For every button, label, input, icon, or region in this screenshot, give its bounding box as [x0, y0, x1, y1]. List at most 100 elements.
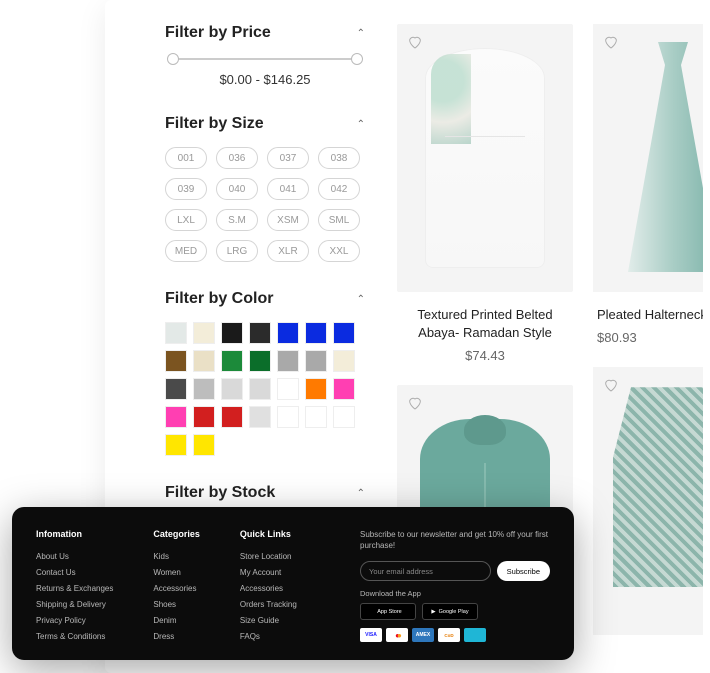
size-option[interactable]: LRG	[216, 240, 258, 262]
chevron-up-icon[interactable]: ⌃	[357, 488, 365, 499]
heart-icon[interactable]	[603, 34, 619, 50]
product-price: $80.93	[593, 330, 703, 345]
color-swatch[interactable]	[165, 322, 187, 344]
size-option[interactable]: SML	[318, 209, 360, 231]
size-option[interactable]: 040	[216, 178, 258, 200]
payment-card-icon: ●●	[386, 628, 408, 642]
size-option[interactable]: 042	[318, 178, 360, 200]
color-swatch[interactable]	[165, 406, 187, 428]
footer-subscribe: Subscribe to our newsletter and get 10% …	[360, 529, 550, 642]
footer-link[interactable]: Store Location	[240, 552, 297, 561]
color-swatch[interactable]	[277, 406, 299, 428]
chevron-up-icon[interactable]: ⌃	[357, 119, 365, 130]
footer-heading: Categories	[153, 529, 200, 539]
footer-col-information: Infomation About Us Contact Us Returns & Ex…	[36, 529, 113, 642]
footer-link[interactable]: Contact Us	[36, 568, 113, 577]
color-swatch[interactable]	[221, 406, 243, 428]
footer-link[interactable]: Denim	[153, 616, 200, 625]
color-swatch[interactable]	[165, 378, 187, 400]
color-swatch[interactable]	[333, 406, 355, 428]
color-swatch[interactable]	[333, 350, 355, 372]
size-option[interactable]: XXL	[318, 240, 360, 262]
color-swatch[interactable]	[165, 350, 187, 372]
size-option[interactable]: 001	[165, 147, 207, 169]
color-swatch[interactable]	[249, 378, 271, 400]
color-swatch[interactable]	[277, 378, 299, 400]
size-option[interactable]: S.M	[216, 209, 258, 231]
color-swatch[interactable]	[305, 350, 327, 372]
price-slider-max-handle[interactable]	[351, 53, 363, 65]
footer-link[interactable]: Shipping & Delivery	[36, 600, 113, 609]
price-slider-min-handle[interactable]	[167, 53, 179, 65]
color-swatch[interactable]	[221, 322, 243, 344]
price-slider[interactable]	[169, 58, 361, 60]
product-card[interactable]: Pleated Halterneck Ramadan S $80.93	[593, 24, 703, 653]
google-play-badge[interactable]: ▶Google Play	[422, 603, 478, 620]
heart-icon[interactable]	[407, 34, 423, 50]
size-option[interactable]: 038	[318, 147, 360, 169]
chevron-up-icon[interactable]: ⌃	[357, 294, 365, 305]
color-swatch[interactable]	[249, 350, 271, 372]
size-option[interactable]: MED	[165, 240, 207, 262]
color-swatch[interactable]	[333, 322, 355, 344]
product-image[interactable]	[593, 24, 703, 292]
color-swatch[interactable]	[277, 322, 299, 344]
product-image[interactable]	[397, 24, 573, 292]
footer-heading: Infomation	[36, 529, 113, 539]
color-swatch[interactable]	[249, 322, 271, 344]
payment-card-icon: CoD	[438, 628, 460, 642]
app-store-badge[interactable]: App Store	[360, 603, 416, 620]
footer-link[interactable]: Orders Tracking	[240, 600, 297, 609]
footer-link[interactable]: Women	[153, 568, 200, 577]
footer-col-quicklinks: Quick LinksStore LocationMy AccountAcces…	[240, 529, 297, 642]
size-option[interactable]: XSM	[267, 209, 309, 231]
footer-link[interactable]: FAQs	[240, 632, 297, 641]
email-input[interactable]	[360, 561, 491, 581]
footer-link[interactable]: Returns & Exchanges	[36, 584, 113, 593]
footer-link[interactable]: Accessories	[240, 584, 297, 593]
payment-card-icon: VISA	[360, 628, 382, 642]
size-option[interactable]: XLR	[267, 240, 309, 262]
color-grid	[165, 322, 365, 456]
color-swatch[interactable]	[305, 378, 327, 400]
color-swatch[interactable]	[333, 378, 355, 400]
footer-link[interactable]: Size Guide	[240, 616, 297, 625]
color-swatch[interactable]	[221, 378, 243, 400]
color-swatch[interactable]	[249, 406, 271, 428]
color-swatch[interactable]	[221, 350, 243, 372]
filter-price: Filter by Price ⌃ $0.00 - $146.25	[165, 24, 365, 87]
site-footer: Infomation About Us Contact Us Returns & Ex…	[12, 507, 574, 660]
heart-icon[interactable]	[407, 395, 423, 411]
footer-link[interactable]: Terms & Conditions	[36, 632, 113, 641]
footer-link[interactable]: Accessories	[153, 584, 200, 593]
payment-card-icon: AMEX	[412, 628, 434, 642]
color-swatch[interactable]	[277, 350, 299, 372]
size-option[interactable]: LXL	[165, 209, 207, 231]
color-swatch[interactable]	[193, 350, 215, 372]
color-swatch[interactable]	[305, 322, 327, 344]
color-swatch[interactable]	[165, 434, 187, 456]
color-swatch[interactable]	[193, 406, 215, 428]
heart-icon[interactable]	[603, 377, 619, 393]
footer-link[interactable]: Dress	[153, 632, 200, 641]
size-option[interactable]: 037	[267, 147, 309, 169]
subscribe-button[interactable]: Subscribe	[497, 561, 550, 581]
footer-link[interactable]: About Us	[36, 552, 113, 561]
color-swatch[interactable]	[305, 406, 327, 428]
payment-card-icon	[464, 628, 486, 642]
footer-link[interactable]: My Account	[240, 568, 297, 577]
color-swatch[interactable]	[193, 322, 215, 344]
footer-link[interactable]: Kids	[153, 552, 200, 561]
color-swatch[interactable]	[193, 378, 215, 400]
size-option[interactable]: 039	[165, 178, 207, 200]
filter-color-title: Filter by Color	[165, 290, 273, 308]
footer-link[interactable]: Privacy Policy	[36, 616, 113, 625]
size-option[interactable]: 036	[216, 147, 258, 169]
size-option[interactable]: 041	[267, 178, 309, 200]
product-image[interactable]	[593, 367, 703, 635]
color-swatch[interactable]	[193, 434, 215, 456]
chevron-up-icon[interactable]: ⌃	[357, 28, 365, 39]
download-label: Download the App	[360, 589, 550, 598]
filter-stock-title: Filter by Stock	[165, 484, 275, 502]
footer-link[interactable]: Shoes	[153, 600, 200, 609]
